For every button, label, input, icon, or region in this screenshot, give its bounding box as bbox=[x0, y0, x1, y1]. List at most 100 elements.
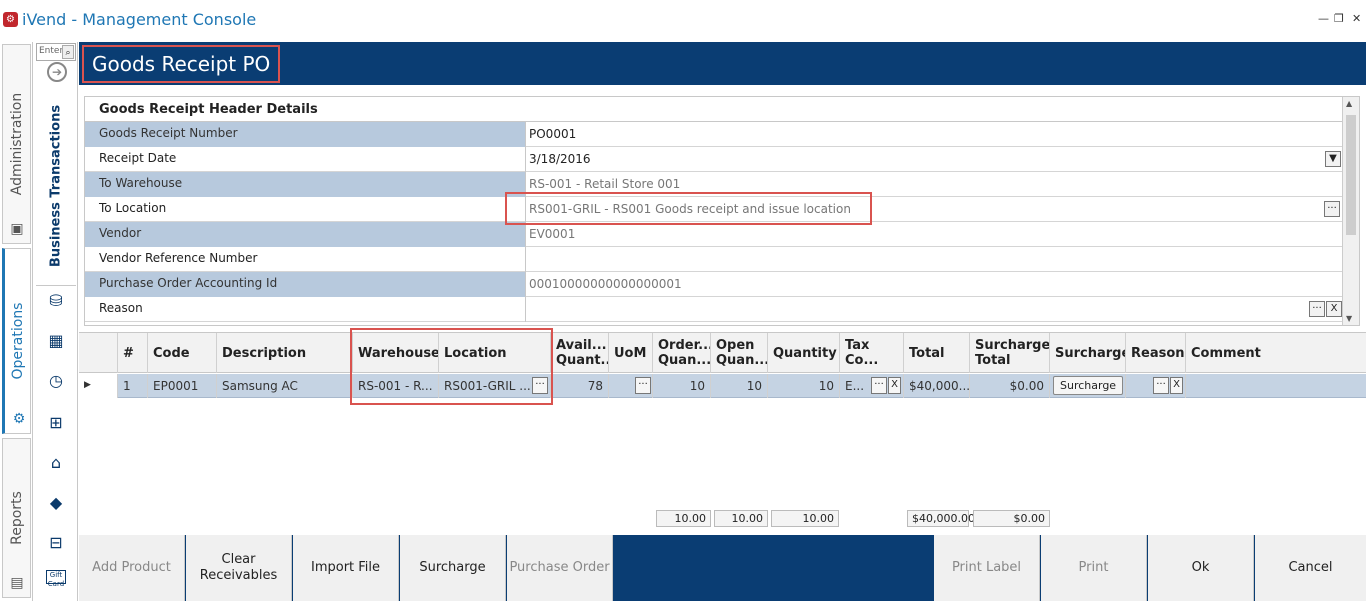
print-button[interactable]: Print bbox=[1041, 535, 1147, 601]
row-receipt-date: Receipt Date 3/18/2016 ▼ bbox=[85, 147, 1343, 172]
cell-open: 10 bbox=[711, 374, 768, 398]
col-quantity[interactable]: Quantity bbox=[768, 333, 840, 373]
receipt-date-field[interactable]: 3/18/2016 bbox=[526, 147, 1343, 172]
cell-comment[interactable] bbox=[1186, 374, 1366, 398]
col-surcharge[interactable]: Surcharge bbox=[1050, 333, 1126, 373]
row-reason: Reason ··· X bbox=[85, 297, 1343, 322]
cell-ordered: 10 bbox=[653, 374, 711, 398]
app-title: iVend - Management Console bbox=[22, 10, 257, 29]
label-vendor: Vendor bbox=[85, 222, 526, 247]
reason-ellipsis-button[interactable]: ··· bbox=[1309, 301, 1325, 317]
cell-quantity[interactable]: 10 bbox=[768, 374, 840, 398]
to-location-field[interactable]: RS001-GRIL - RS001 Goods receipt and iss… bbox=[526, 197, 1343, 222]
col-total[interactable]: Total bbox=[904, 333, 970, 373]
cell-warehouse[interactable]: RS-001 - R... bbox=[353, 374, 439, 398]
reports-icon: ▤ bbox=[10, 575, 24, 591]
col-surcharge-total[interactable]: Surcharge Total bbox=[970, 333, 1050, 373]
table-row[interactable]: ▶ 1 EP0001 Samsung AC RS-001 - R... RS00… bbox=[79, 374, 1366, 398]
store-cash-icon[interactable]: ⊟ bbox=[44, 532, 68, 554]
tab-reports[interactable]: Reports ▤ bbox=[2, 438, 31, 598]
header-scrollbar[interactable]: ▲ ▼ bbox=[1342, 97, 1359, 325]
scrollbar-thumb[interactable] bbox=[1346, 115, 1356, 235]
warehouse-icon[interactable]: ⌂ bbox=[44, 452, 68, 474]
gift-icon[interactable]: ⊞ bbox=[44, 412, 68, 434]
nav-section-label: Business Transactions bbox=[48, 104, 64, 267]
tax-clear-button[interactable]: X bbox=[888, 377, 901, 394]
grid-header: # Code Description Warehouse Location Av… bbox=[79, 333, 1366, 373]
row-surcharge-button[interactable]: Surcharge bbox=[1053, 376, 1124, 395]
title-bar: ⚙ iVend - Management Console — ❐ ✕ bbox=[0, 0, 1366, 42]
label-to-warehouse: To Warehouse bbox=[85, 172, 526, 197]
customer-payment-icon[interactable]: ⛁ bbox=[44, 290, 68, 312]
lines-grid: # Code Description Warehouse Location Av… bbox=[79, 332, 1366, 532]
col-location[interactable]: Location bbox=[439, 333, 551, 373]
tab-operations-label: Operations bbox=[9, 302, 26, 380]
col-tax[interactable]: Tax Co... bbox=[840, 333, 904, 373]
tab-operations[interactable]: Operations ⚙ bbox=[2, 248, 31, 434]
total-open: 10.00 bbox=[714, 510, 768, 527]
ok-button[interactable]: Ok bbox=[1148, 535, 1254, 601]
tag-icon[interactable]: ◆ bbox=[44, 492, 68, 514]
goods-receipt-number-field[interactable]: PO0001 bbox=[526, 122, 1343, 147]
col-num[interactable]: # bbox=[118, 333, 148, 373]
close-icon[interactable]: ✕ bbox=[1352, 12, 1361, 25]
col-ordered[interactable]: Order... Quan... bbox=[653, 333, 711, 373]
row-po-accounting-id: Purchase Order Accounting Id 00010000000… bbox=[85, 272, 1343, 297]
row-vendor: Vendor EV0001 bbox=[85, 222, 1343, 247]
vendor-field[interactable]: EV0001 bbox=[526, 222, 1343, 247]
col-comment[interactable]: Comment bbox=[1186, 333, 1366, 373]
col-code[interactable]: Code bbox=[148, 333, 217, 373]
print-label-button[interactable]: Print Label bbox=[934, 535, 1040, 601]
cancel-button[interactable]: Cancel bbox=[1255, 535, 1366, 601]
import-file-button[interactable]: Import File bbox=[293, 535, 399, 601]
col-open[interactable]: Open Quan... bbox=[711, 333, 768, 373]
tab-administration[interactable]: Administration ▣ bbox=[2, 44, 31, 244]
reason-cell-clear-button[interactable]: X bbox=[1170, 377, 1183, 394]
minimize-icon[interactable]: — bbox=[1318, 12, 1329, 25]
tab-reports-label: Reports bbox=[8, 491, 25, 545]
label-to-location: To Location bbox=[85, 197, 526, 222]
row-goods-receipt-number: Goods Receipt Number PO0001 bbox=[85, 122, 1343, 147]
restore-icon[interactable]: ❐ bbox=[1334, 12, 1344, 25]
tax-ellipsis-button[interactable]: ··· bbox=[871, 377, 887, 394]
label-po-accounting-id: Purchase Order Accounting Id bbox=[85, 272, 526, 297]
total-quantity: 10.00 bbox=[771, 510, 839, 527]
total-amount: $40,000.00 bbox=[907, 510, 975, 527]
location-cell-ellipsis-button[interactable]: ··· bbox=[532, 377, 548, 394]
scroll-up-icon[interactable]: ▲ bbox=[1346, 99, 1352, 108]
label-receipt-date: Receipt Date bbox=[85, 147, 526, 172]
purchase-order-button[interactable]: Purchase Order bbox=[507, 535, 613, 601]
nav-business-transactions[interactable]: Business Transactions bbox=[36, 86, 76, 286]
reason-field[interactable] bbox=[526, 297, 1343, 322]
location-ellipsis-button[interactable]: ··· bbox=[1324, 201, 1340, 217]
gift-card-icon[interactable]: Gift Card bbox=[46, 570, 66, 588]
ivend-logo-icon: ⚙ bbox=[3, 12, 18, 27]
col-description[interactable]: Description bbox=[217, 333, 353, 373]
clock-icon[interactable]: ◷ bbox=[44, 370, 68, 392]
col-warehouse[interactable]: Warehouse bbox=[353, 333, 439, 373]
cell-total: $40,000... bbox=[904, 374, 970, 398]
register-icon[interactable]: ▦ bbox=[44, 330, 68, 352]
add-product-button[interactable]: Add Product bbox=[79, 535, 185, 601]
row-selector-icon[interactable]: ▶ bbox=[79, 374, 118, 398]
cell-description: Samsung AC bbox=[217, 374, 353, 398]
bottom-toolbar: Add Product Clear Receivables Import Fil… bbox=[79, 535, 1366, 601]
uom-ellipsis-button[interactable]: ··· bbox=[635, 377, 651, 394]
to-warehouse-field[interactable]: RS-001 - Retail Store 001 bbox=[526, 172, 1343, 197]
reason-clear-button[interactable]: X bbox=[1326, 301, 1342, 317]
col-reason[interactable]: Reason bbox=[1126, 333, 1186, 373]
admin-icon: ▣ bbox=[10, 221, 24, 237]
search-icon[interactable]: ⌕ bbox=[62, 45, 74, 59]
cell-num: 1 bbox=[118, 374, 148, 398]
cell-code[interactable]: EP0001 bbox=[148, 374, 217, 398]
chevron-down-icon[interactable]: ▼ bbox=[1325, 151, 1341, 167]
po-accounting-id-field[interactable]: 00010000000000000001 bbox=[526, 272, 1343, 297]
surcharge-button[interactable]: Surcharge bbox=[400, 535, 506, 601]
arrow-right-icon[interactable]: ➔ bbox=[47, 62, 67, 82]
vendor-reference-field[interactable] bbox=[526, 247, 1343, 272]
reason-cell-ellipsis-button[interactable]: ··· bbox=[1153, 377, 1169, 394]
col-available[interactable]: Avail... Quant... bbox=[551, 333, 609, 373]
scroll-down-icon[interactable]: ▼ bbox=[1346, 314, 1352, 323]
col-uom[interactable]: UoM bbox=[609, 333, 653, 373]
clear-receivables-button[interactable]: Clear Receivables bbox=[186, 535, 292, 601]
